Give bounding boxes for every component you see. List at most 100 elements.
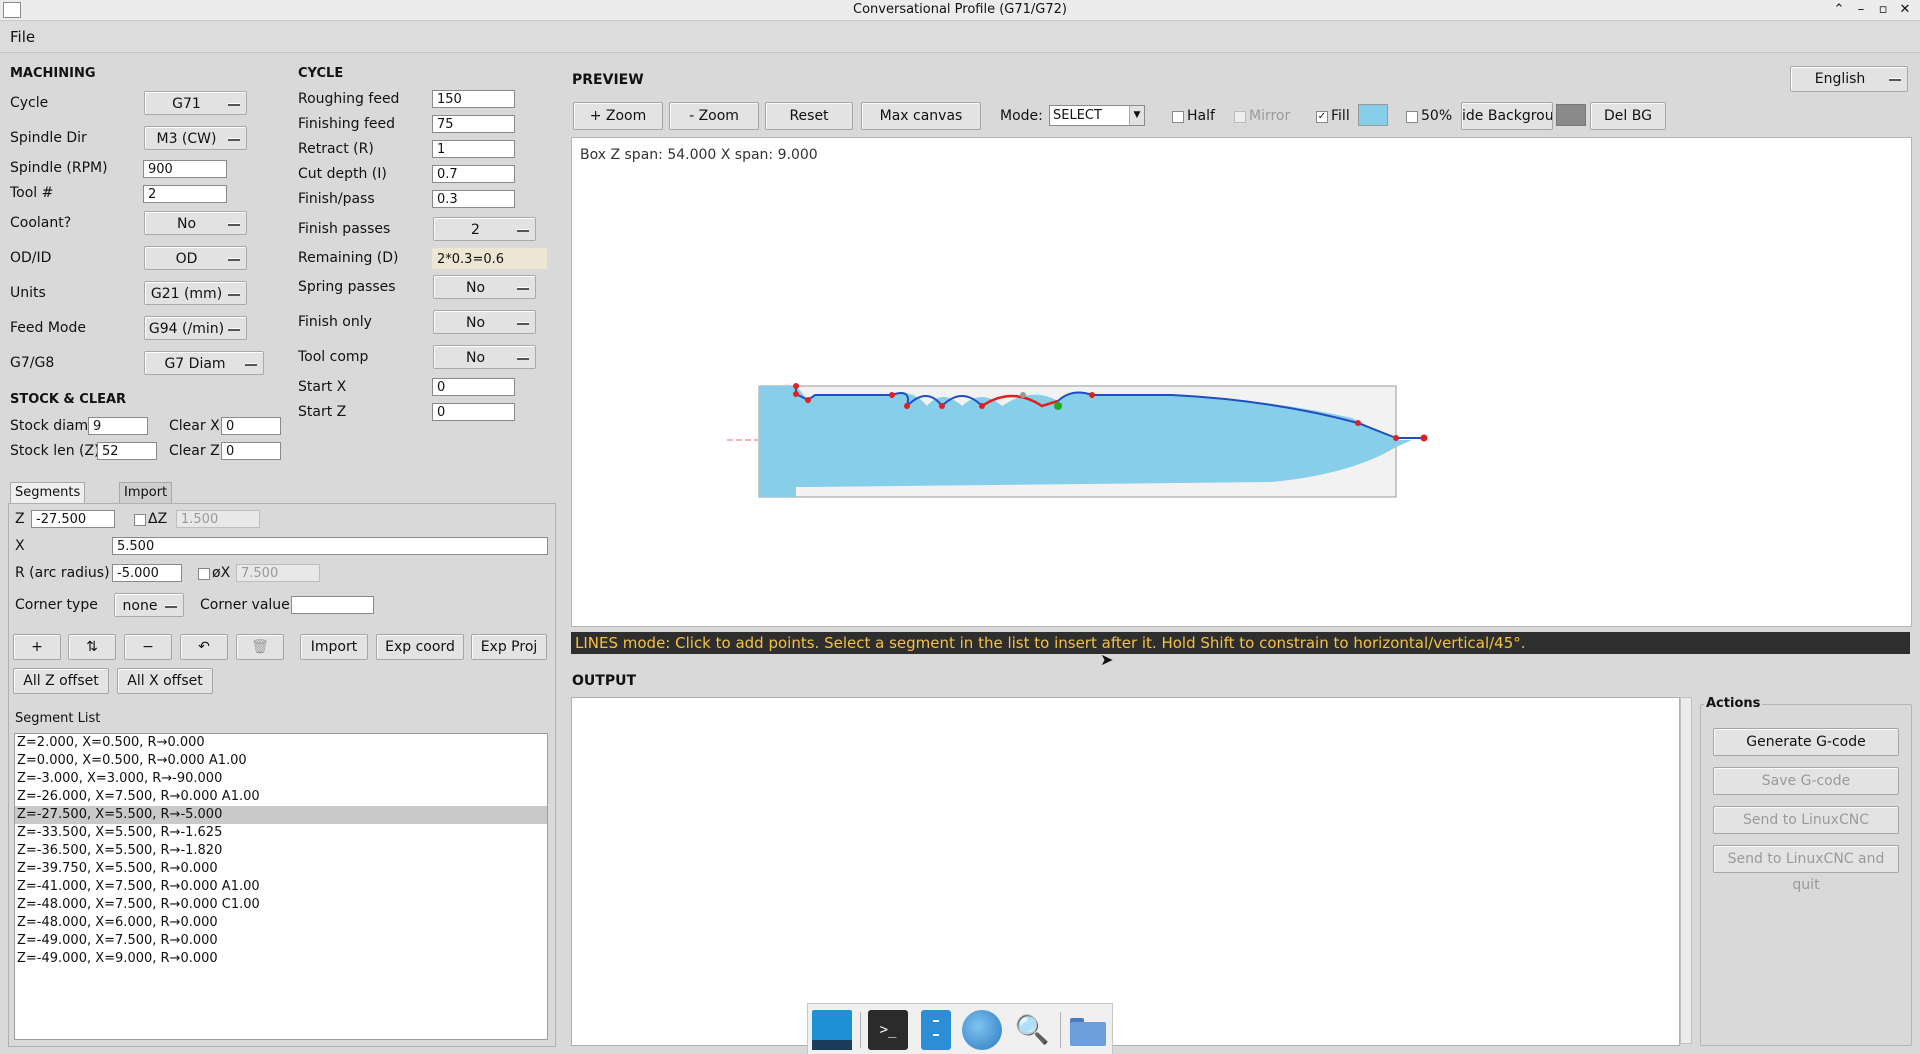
chevron-down-icon: ▼ bbox=[1129, 106, 1144, 125]
tab-segments[interactable]: Segments bbox=[10, 482, 86, 503]
bg-color-swatch[interactable] bbox=[1556, 104, 1586, 126]
search-icon[interactable]: 🔍 bbox=[1012, 1010, 1052, 1050]
del-bg-button[interactable]: Del BG bbox=[1590, 102, 1666, 130]
menu-file[interactable]: File bbox=[10, 28, 35, 46]
segment-list-item[interactable]: Z=2.000, X=0.500, R→0.000 bbox=[15, 734, 547, 752]
web-browser-icon[interactable] bbox=[962, 1010, 1002, 1050]
fifty-checkbox[interactable] bbox=[1406, 111, 1418, 123]
g7g8-select[interactable]: G7 Diam bbox=[144, 351, 264, 375]
reset-button[interactable]: Reset bbox=[765, 102, 853, 130]
all-z-offset-button[interactable]: All Z offset bbox=[13, 668, 109, 694]
start-z-input[interactable]: 0 bbox=[432, 403, 515, 421]
exp-coord-button[interactable]: Exp coord bbox=[376, 634, 464, 660]
spindle-dir-select[interactable]: M3 (CW) bbox=[144, 126, 247, 150]
tool-comp-select[interactable]: No bbox=[433, 345, 536, 369]
segment-list-item[interactable]: Z=-48.000, X=7.500, R→0.000 C1.00 bbox=[15, 896, 547, 914]
import-button[interactable]: Import bbox=[300, 634, 368, 660]
terminal-icon[interactable]: >_ bbox=[868, 1010, 908, 1050]
swap-segment-button[interactable]: ⇅ bbox=[68, 634, 116, 660]
corner-type-select[interactable]: none bbox=[114, 593, 184, 617]
stock-diam-input[interactable]: 9 bbox=[88, 417, 148, 435]
exp-proj-button[interactable]: Exp Proj bbox=[471, 634, 547, 660]
half-checkbox[interactable] bbox=[1172, 111, 1184, 123]
language-select[interactable]: English bbox=[1790, 66, 1908, 92]
hide-background-button[interactable]: ide Backgrour bbox=[1461, 102, 1553, 130]
maximize-icon[interactable]: ▫ bbox=[1872, 0, 1894, 20]
finishing-feed-input[interactable]: 75 bbox=[432, 115, 515, 133]
tool-input[interactable]: 2 bbox=[143, 185, 227, 203]
start-x-input[interactable]: 0 bbox=[432, 378, 515, 396]
r-input[interactable]: -5.000 bbox=[112, 564, 182, 582]
finish-passes-select[interactable]: 2 bbox=[433, 217, 536, 241]
dx-checkbox[interactable] bbox=[198, 568, 210, 580]
segment-list-item[interactable]: Z=-27.500, X=5.500, R→-5.000 bbox=[15, 806, 547, 824]
finish-pass-input[interactable]: 0.3 bbox=[432, 190, 515, 208]
send-linuxcnc-button[interactable]: Send to LinuxCNC bbox=[1713, 806, 1899, 834]
units-select[interactable]: G21 (mm) bbox=[144, 281, 247, 305]
remove-segment-button[interactable]: − bbox=[124, 634, 172, 660]
mirror-checkbox[interactable] bbox=[1234, 111, 1246, 123]
zoom-in-button[interactable]: + Zoom bbox=[573, 102, 663, 130]
start-z-label: Start Z bbox=[298, 404, 347, 420]
undo-button[interactable]: ↶ bbox=[180, 634, 228, 660]
segment-list-item[interactable]: Z=0.000, X=0.500, R→0.000 A1.00 bbox=[15, 752, 547, 770]
coolant-select[interactable]: No bbox=[144, 211, 247, 235]
feed-mode-select[interactable]: G94 (/min) bbox=[144, 316, 247, 340]
output-scrollbar[interactable] bbox=[1680, 697, 1692, 1044]
odid-select[interactable]: OD bbox=[144, 246, 247, 270]
segment-list-item[interactable]: Z=-3.000, X=3.000, R→-90.000 bbox=[15, 770, 547, 788]
segment-list-item[interactable]: Z=-33.500, X=5.500, R→-1.625 bbox=[15, 824, 547, 842]
clear-x-input[interactable]: 0 bbox=[221, 417, 281, 435]
fill-checkbox[interactable]: ✓ bbox=[1316, 111, 1328, 123]
dz-checkbox[interactable] bbox=[134, 514, 146, 526]
minimize-icon[interactable]: – bbox=[1850, 0, 1872, 20]
collapse-icon[interactable]: ⌃ bbox=[1828, 0, 1850, 20]
profile-drawing[interactable] bbox=[572, 138, 1911, 626]
generate-gcode-button[interactable]: Generate G-code bbox=[1713, 728, 1899, 756]
output-text-area[interactable] bbox=[571, 697, 1680, 1046]
taskbar: >_ 🔍 bbox=[807, 1003, 1113, 1054]
fifty-label: 50% bbox=[1421, 108, 1453, 124]
cut-depth-input[interactable]: 0.7 bbox=[432, 165, 515, 183]
start-x-label: Start X bbox=[298, 379, 347, 395]
save-gcode-button[interactable]: Save G-code bbox=[1713, 767, 1899, 795]
x-input[interactable]: 5.500 bbox=[112, 537, 548, 555]
retract-input[interactable]: 1 bbox=[432, 140, 515, 158]
segment-list-item[interactable]: Z=-48.000, X=6.000, R→0.000 bbox=[15, 914, 547, 932]
menu-bar: File bbox=[0, 22, 1920, 53]
stock-len-input[interactable]: 52 bbox=[97, 442, 157, 460]
clear-z-input[interactable]: 0 bbox=[221, 442, 281, 460]
segment-list[interactable]: Z=2.000, X=0.500, R→0.000 Z=0.000, X=0.50… bbox=[14, 733, 548, 1040]
spring-passes-select[interactable]: No bbox=[433, 275, 536, 299]
add-segment-button[interactable]: + bbox=[13, 634, 61, 660]
spindle-rpm-input[interactable]: 900 bbox=[143, 160, 227, 178]
segment-list-item[interactable]: Z=-49.000, X=7.500, R→0.000 bbox=[15, 932, 547, 950]
zoom-out-button[interactable]: - Zoom bbox=[669, 102, 759, 130]
delete-button[interactable]: 🗑 bbox=[236, 634, 284, 660]
z-input[interactable]: -27.500 bbox=[31, 510, 115, 528]
tab-import[interactable]: Import bbox=[119, 482, 173, 503]
close-icon[interactable]: ✕ bbox=[1894, 0, 1916, 20]
dz-input[interactable]: 1.500 bbox=[176, 510, 260, 528]
corner-value-input[interactable] bbox=[291, 596, 374, 614]
segment-list-item[interactable]: Z=-36.500, X=5.500, R→-1.820 bbox=[15, 842, 547, 860]
fill-color-swatch[interactable] bbox=[1358, 104, 1388, 126]
segment-list-item[interactable]: Z=-41.000, X=7.500, R→0.000 A1.00 bbox=[15, 878, 547, 896]
segment-list-item[interactable]: Z=-49.000, X=9.000, R→0.000 bbox=[15, 950, 547, 968]
mode-select[interactable]: SELECT ▼ bbox=[1049, 105, 1145, 126]
finish-only-select[interactable]: No bbox=[433, 310, 536, 334]
segment-list-item[interactable]: Z=-39.750, X=5.500, R→0.000 bbox=[15, 860, 547, 878]
cycle-select[interactable]: G71 bbox=[144, 91, 247, 115]
send-linuxcnc-quit-button[interactable]: Send to LinuxCNC and quit bbox=[1713, 845, 1899, 893]
max-canvas-button[interactable]: Max canvas bbox=[861, 102, 981, 130]
file-manager-icon[interactable] bbox=[921, 1010, 951, 1050]
dx-input[interactable]: 7.500 bbox=[236, 564, 320, 582]
desktop-icon[interactable] bbox=[812, 1010, 852, 1050]
all-x-offset-button[interactable]: All X offset bbox=[117, 668, 213, 694]
x-label: X bbox=[15, 538, 25, 554]
folder-icon[interactable] bbox=[1068, 1010, 1108, 1050]
mouse-cursor-icon: ➤ bbox=[1100, 650, 1114, 669]
preview-canvas[interactable]: Box Z span: 54.000 X span: 9.000 bbox=[571, 137, 1912, 627]
roughing-feed-input[interactable]: 150 bbox=[432, 90, 515, 108]
segment-list-item[interactable]: Z=-26.000, X=7.500, R→0.000 A1.00 bbox=[15, 788, 547, 806]
